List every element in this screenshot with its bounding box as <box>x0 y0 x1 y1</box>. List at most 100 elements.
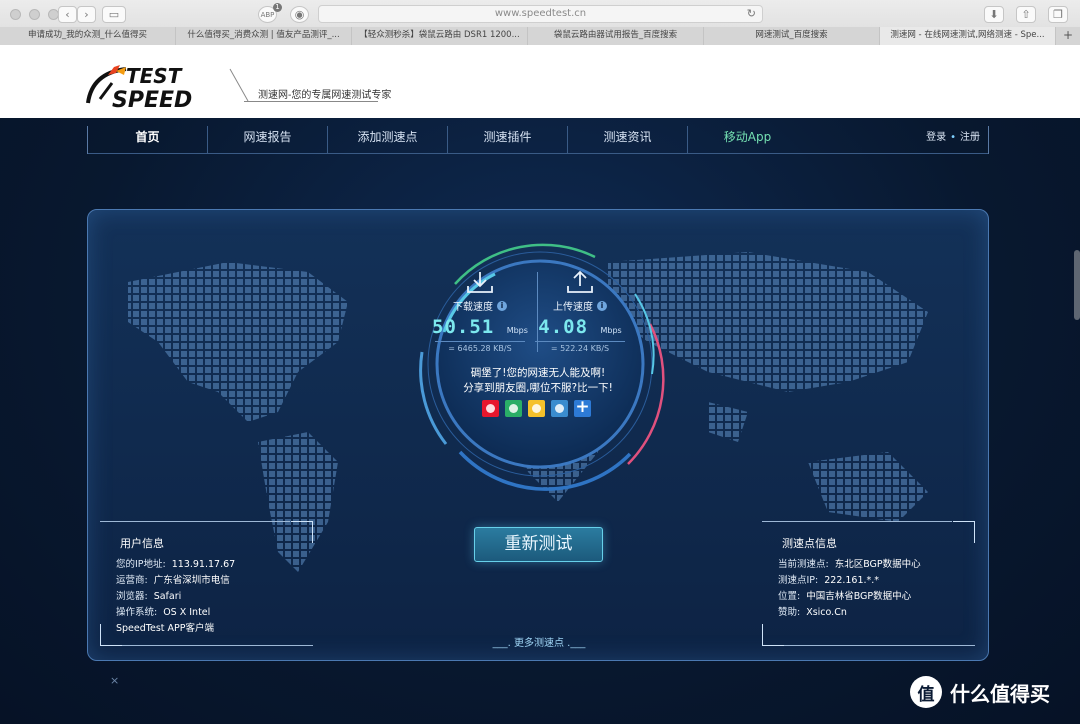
new-tab-button[interactable]: + <box>1056 27 1080 45</box>
info-key: 运营商: <box>116 575 148 586</box>
header-slash-decoration <box>229 68 249 102</box>
adblock-icon: ABP <box>260 10 275 19</box>
info-value: Safari <box>153 591 182 602</box>
info-key: 测速点IP: <box>778 575 819 586</box>
logo-text-speed: SPEED <box>112 88 192 109</box>
info-icon[interactable]: i <box>597 300 607 311</box>
tabs-overview-button[interactable]: ❐ <box>1048 6 1068 23</box>
browser-tab[interactable]: 袋鼠云路由器试用报告_百度搜索 <box>528 27 704 45</box>
download-speed-row: 50.51 Mbps <box>425 316 535 338</box>
result-message-2: 分享到朋友圈,哪位不服?比一下! <box>463 382 613 394</box>
site-header: TEST SPEED 测速网-您的专属网速测试专家 <box>0 45 1080 118</box>
upload-speed-row: 4.08 Mbps <box>525 316 635 338</box>
upload-label-row: 上传速度 i <box>525 298 635 313</box>
main-nav: 首页 网速报告 添加测速点 测速插件 测速资讯 移动App 登录 • 注册 <box>87 126 989 154</box>
nav-add-test-point[interactable]: 添加测速点 <box>327 126 447 154</box>
close-window-button[interactable] <box>10 9 21 20</box>
site-tagline: 测速网-您的专属网速测试专家 <box>258 90 392 101</box>
info-key: 赞助: <box>778 607 801 618</box>
info-value: OS X Intel <box>163 607 211 618</box>
nav-mobile-app[interactable]: 移动App <box>687 126 807 154</box>
browser-tab[interactable]: 申请成功_我的众测_什么值得买 <box>0 27 176 45</box>
upload-result: 上传速度 i 4.08 Mbps = 522.24 KB/S <box>525 270 635 353</box>
browser-tab-active[interactable]: 测速网 - 在线网速测试,网络测速 - Spe... <box>880 27 1056 45</box>
screen: ‹ › ▭ ABP 1 ◉ www.speedtest.cn ↻ ⬇ ⇧ ❐ 申… <box>0 0 1080 724</box>
info-icon[interactable]: i <box>497 300 507 311</box>
browser-tab[interactable]: 【轻众测秒杀】袋鼠云路由 DSR1 1200... <box>352 27 528 45</box>
box-bottom-line <box>784 645 975 646</box>
server-info-rows: 当前测速点: 东北区BGP数据中心 测速点IP: 222.161.*.* 位置: 中国… <box>778 557 921 621</box>
info-value: 中国吉林省BGP数据中心 <box>806 591 912 602</box>
smzdm-logo-icon <box>910 676 942 708</box>
register-link[interactable]: 注册 <box>960 132 980 143</box>
tencent-weibo-share-icon[interactable] <box>551 400 568 417</box>
downloads-button[interactable]: ⬇ <box>984 6 1004 23</box>
result-message-1: 碉堡了!您的网速无人能及啊! <box>470 367 606 379</box>
watermark-text: 什么值得买 <box>950 681 1050 706</box>
share-button[interactable]: ⇧ <box>1016 6 1036 23</box>
download-rule <box>435 341 525 342</box>
server-info-row: 测速点IP: 222.161.*.* <box>778 573 921 589</box>
wechat-share-icon[interactable] <box>505 400 522 417</box>
weibo-share-icon[interactable] <box>482 400 499 417</box>
user-info-row: 操作系统: OS X Intel <box>116 605 235 621</box>
nav-speed-plugin[interactable]: 测速插件 <box>447 126 567 154</box>
browser-chrome: ‹ › ▭ ABP 1 ◉ www.speedtest.cn ↻ ⬇ ⇧ ❐ 申… <box>0 0 1080 45</box>
extension-button[interactable]: ◉ <box>290 6 309 23</box>
retest-button[interactable]: 重新测试 <box>474 527 603 562</box>
speedtest-panel: 下载速度 i 50.51 Mbps = 6465.28 KB/S 上传速度 i <box>87 209 989 661</box>
nav-home[interactable]: 首页 <box>87 126 207 154</box>
download-label: 下载速度 <box>453 302 493 313</box>
download-speed-value: 50.51 <box>432 316 495 338</box>
sidebar-icon: ▭ <box>108 8 120 21</box>
download-kbs: = 6465.28 KB/S <box>448 344 512 353</box>
browser-tab[interactable]: 网速测试_百度搜索 <box>704 27 880 45</box>
page-scrollbar[interactable] <box>1074 250 1080 320</box>
close-icon[interactable]: × <box>110 674 119 687</box>
info-key: 浏览器: <box>116 591 148 602</box>
app-client-link[interactable]: SpeedTest APP客户端 <box>116 621 235 637</box>
speedtest-logo[interactable]: TEST SPEED <box>86 63 236 109</box>
adblock-badge: 1 <box>273 3 282 12</box>
share-icon: ⇧ <box>1021 8 1031 21</box>
back-button[interactable]: ‹ <box>58 6 77 23</box>
nav-speed-report[interactable]: 网速报告 <box>207 126 327 154</box>
more-test-points-link[interactable]: ___. 更多测速点 .___ <box>484 634 594 649</box>
info-value: Xsico.Cn <box>806 607 847 618</box>
minimize-window-button[interactable] <box>29 9 40 20</box>
box-top-line <box>762 521 952 522</box>
info-value: 广东省深圳市电信 <box>153 575 230 586</box>
info-value: 113.91.17.67 <box>171 559 236 570</box>
server-info-row: 位置: 中国吉林省BGP数据中心 <box>778 589 921 605</box>
auth-separator: • <box>950 132 956 143</box>
sidebar-button[interactable]: ▭ <box>102 6 126 23</box>
info-key: 您的IP地址: <box>116 559 166 570</box>
chevron-left-icon: ‹ <box>65 8 70 21</box>
download-label-row: 下载速度 i <box>425 298 535 313</box>
download-result: 下载速度 i 50.51 Mbps = 6465.28 KB/S <box>425 270 535 353</box>
upload-arrow-icon <box>567 270 593 293</box>
speed-gauge <box>419 243 665 491</box>
qzone-share-icon[interactable] <box>528 400 545 417</box>
reload-icon[interactable]: ↻ <box>747 6 756 22</box>
user-info-row: 运营商: 广东省深圳市电信 <box>116 573 235 589</box>
user-info-box: 用户信息 您的IP地址: 113.91.17.67 运营商: 广东省深圳市电信 浏览… <box>100 521 313 646</box>
login-link[interactable]: 登录 <box>926 132 946 143</box>
forward-button[interactable]: › <box>77 6 96 23</box>
tabs-icon: ❐ <box>1053 8 1063 21</box>
chevron-right-icon: › <box>84 8 89 21</box>
upload-speed-value: 4.08 <box>538 316 589 338</box>
browser-tab[interactable]: 什么值得买_消费众测 | 值友产品测评_... <box>176 27 352 45</box>
info-value: 222.161.*.* <box>824 575 880 586</box>
address-bar[interactable]: www.speedtest.cn ↻ <box>318 5 763 23</box>
server-info-title: 测速点信息 <box>782 537 837 550</box>
user-info-row: 您的IP地址: 113.91.17.67 <box>116 557 235 573</box>
download-arrow-icon <box>467 272 493 293</box>
more-share-icon[interactable] <box>574 397 591 417</box>
info-value: 东北区BGP数据中心 <box>834 559 921 570</box>
nav-speed-news[interactable]: 测速资讯 <box>567 126 687 154</box>
user-info-row: 浏览器: Safari <box>116 589 235 605</box>
box-corner <box>762 624 784 646</box>
upload-speed-unit: Mbps <box>600 326 622 335</box>
tab-bar: 申请成功_我的众测_什么值得买 什么值得买_消费众测 | 值友产品测评_... … <box>0 27 1080 45</box>
